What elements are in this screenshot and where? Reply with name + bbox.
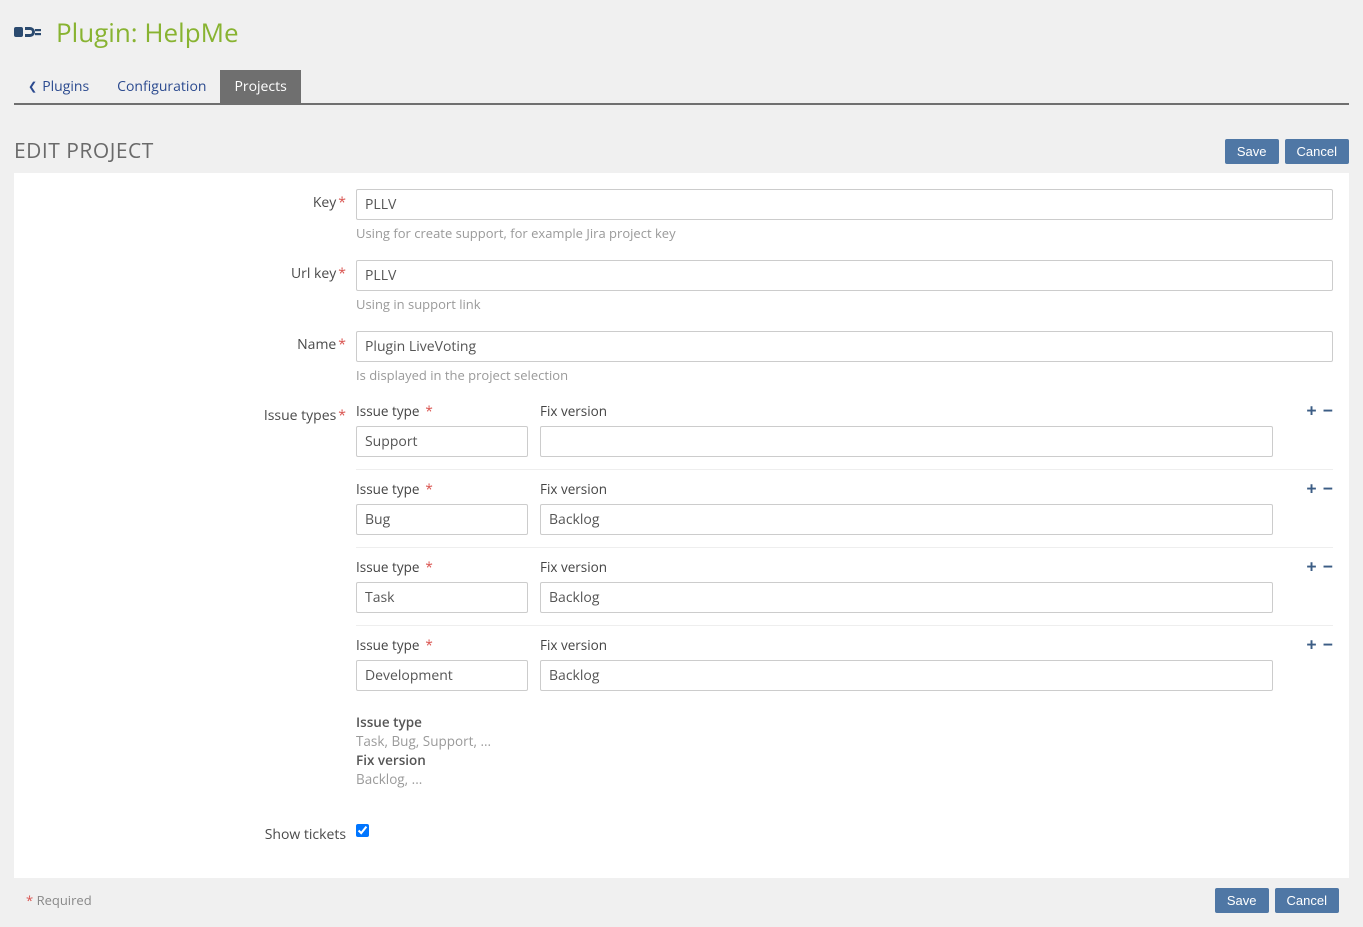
issue-type-input[interactable] — [356, 582, 528, 613]
section-title: EDIT PROJECT — [14, 137, 154, 165]
show-tickets-checkbox[interactable] — [356, 824, 369, 837]
issue-type-row: Issue type* Fix version + − — [356, 402, 1333, 470]
fix-version-col-label: Fix version — [540, 636, 1273, 654]
issue-type-input[interactable] — [356, 660, 528, 691]
save-button-bottom[interactable]: Save — [1215, 888, 1269, 913]
issue-type-col-label: Issue type* — [356, 558, 528, 576]
name-input[interactable] — [356, 331, 1333, 362]
add-row-icon[interactable]: + — [1306, 480, 1316, 498]
page-title: Plugin: HelpMe — [56, 14, 239, 50]
fix-version-col-label: Fix version — [540, 402, 1273, 420]
issue-type-row: Issue type* Fix version + − — [356, 558, 1333, 626]
tab-projects[interactable]: Projects — [220, 70, 300, 103]
fix-version-input[interactable] — [540, 504, 1273, 535]
issue-type-row: Issue type* Fix version + − — [356, 480, 1333, 548]
tabs: ❮ Plugins Configuration Projects — [14, 70, 1349, 105]
fix-version-input[interactable] — [540, 660, 1273, 691]
add-row-icon[interactable]: + — [1306, 402, 1316, 420]
issue-type-input[interactable] — [356, 426, 528, 457]
save-button-top[interactable]: Save — [1225, 139, 1279, 164]
remove-row-icon[interactable]: − — [1323, 636, 1333, 654]
plugin-icon — [14, 21, 42, 43]
fix-version-col-label: Fix version — [540, 480, 1273, 498]
issue-types-label: Issue types* — [26, 402, 356, 789]
issue-type-col-label: Issue type* — [356, 480, 528, 498]
chevron-left-icon: ❮ — [28, 79, 37, 94]
remove-row-icon[interactable]: − — [1323, 480, 1333, 498]
key-input[interactable] — [356, 189, 1333, 220]
cancel-button-bottom[interactable]: Cancel — [1275, 888, 1339, 913]
issue-type-input[interactable] — [356, 504, 528, 535]
add-row-icon[interactable]: + — [1306, 636, 1316, 654]
fix-version-input[interactable] — [540, 426, 1273, 457]
name-label: Name* — [26, 331, 356, 398]
add-row-icon[interactable]: + — [1306, 558, 1316, 576]
key-help: Using for create support, for example Ji… — [356, 224, 1333, 242]
issue-types-legend: Issue type Task, Bug, Support, ... Fix v… — [356, 713, 1333, 789]
tab-label: Projects — [234, 77, 286, 96]
key-label: Key* — [26, 189, 356, 256]
edit-project-form: Key* Using for create support, for examp… — [14, 173, 1349, 878]
fix-version-input[interactable] — [540, 582, 1273, 613]
tab-label: Configuration — [117, 77, 206, 96]
remove-row-icon[interactable]: − — [1323, 402, 1333, 420]
issue-type-col-label: Issue type* — [356, 402, 528, 420]
issue-type-col-label: Issue type* — [356, 636, 528, 654]
required-note: * Required — [24, 891, 92, 909]
section-header: EDIT PROJECT Save Cancel — [14, 137, 1349, 165]
show-tickets-label: Show tickets — [26, 821, 356, 844]
remove-row-icon[interactable]: − — [1323, 558, 1333, 576]
footer-bar: * Required Save Cancel — [14, 880, 1349, 913]
cancel-button-top[interactable]: Cancel — [1285, 139, 1349, 164]
name-help: Is displayed in the project selection — [356, 366, 1333, 384]
url-key-label: Url key* — [26, 260, 356, 327]
tab-plugins-back[interactable]: ❮ Plugins — [14, 70, 103, 103]
tab-label: Plugins — [42, 77, 89, 96]
url-key-help: Using in support link — [356, 295, 1333, 313]
issue-type-row: Issue type* Fix version + − — [356, 636, 1333, 703]
fix-version-col-label: Fix version — [540, 558, 1273, 576]
page-header: Plugin: HelpMe — [14, 0, 1349, 56]
tab-configuration[interactable]: Configuration — [103, 70, 220, 103]
url-key-input[interactable] — [356, 260, 1333, 291]
